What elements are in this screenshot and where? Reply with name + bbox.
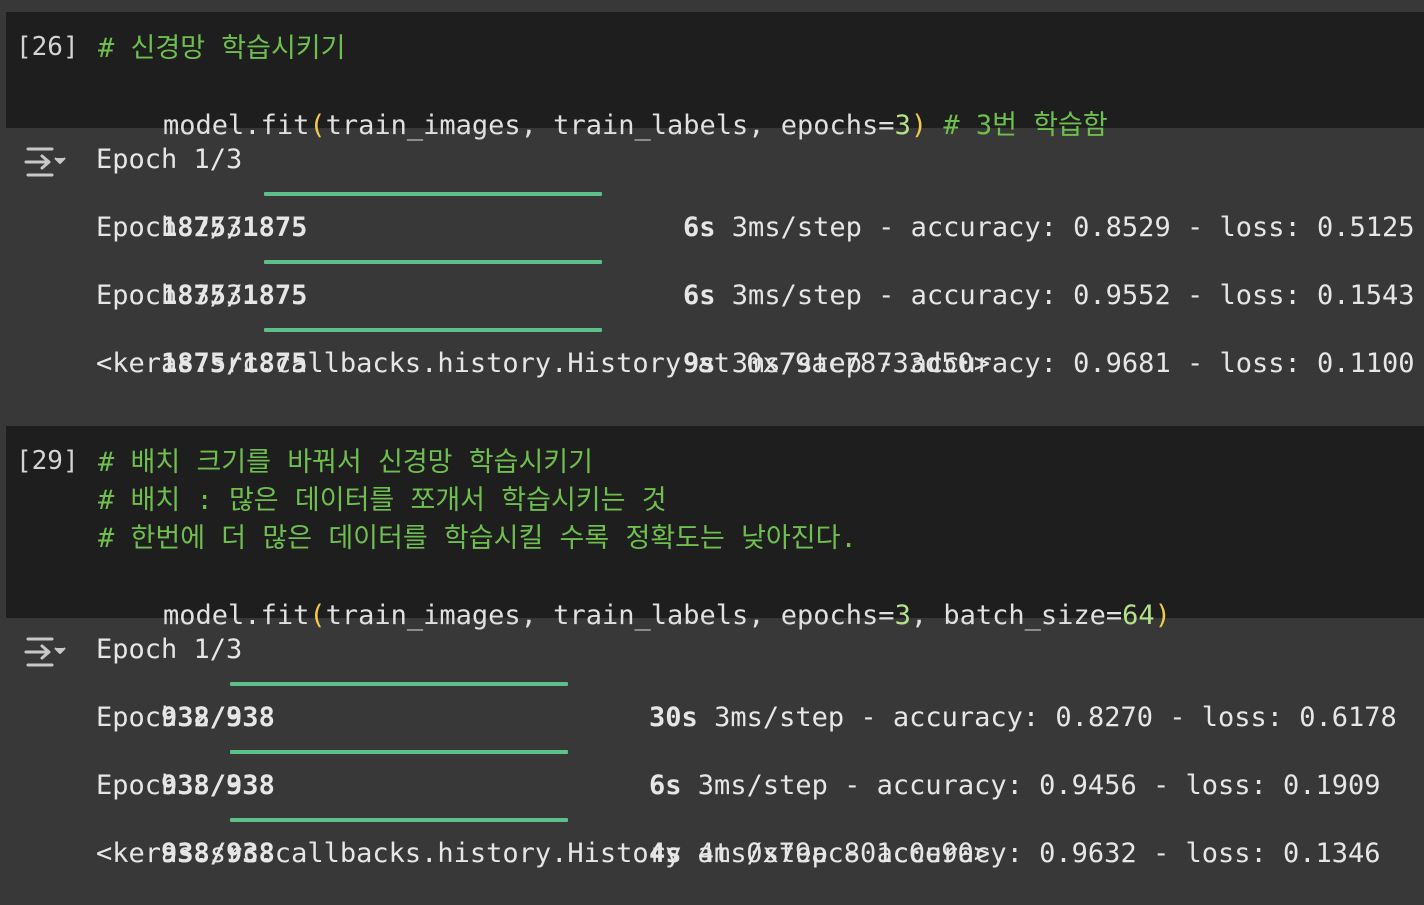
code-comment: # 신경망 학습시키기 <box>98 33 346 64</box>
epoch-label: Epoch 1/3 <box>96 634 243 665</box>
output-toggle-icon[interactable] <box>24 634 68 670</box>
code-comment: # 한번에 더 많은 데이터를 학습시킬 수록 정확도는 낮아진다. <box>98 523 857 554</box>
epoch-time: 6s <box>683 212 716 243</box>
epoch-time: 6s <box>649 770 682 801</box>
epoch-stats: 3ms/step - accuracy: 0.9456 - loss: 0.19… <box>681 770 1381 801</box>
progress-bar <box>230 682 568 686</box>
output-result: <keras.src.callbacks.history.History at … <box>96 348 991 379</box>
epoch-time: 30s <box>649 702 698 733</box>
output-result: <keras.src.callbacks.history.History at … <box>96 838 991 869</box>
output-toggle-icon[interactable] <box>24 144 68 180</box>
progress-bar <box>264 192 602 196</box>
output-area-29: Epoch 1/3 938/938 30s 3ms/step - accurac… <box>6 618 1424 898</box>
execution-count: [29] <box>16 446 79 476</box>
progress-bar <box>230 750 568 754</box>
epoch-time: 6s <box>683 280 716 311</box>
epoch-stats: 3ms/step - accuracy: 0.8529 - loss: 0.51… <box>715 212 1415 243</box>
execution-count: [26] <box>16 32 79 62</box>
progress-bar <box>264 260 602 264</box>
epoch-label: Epoch 3/3 <box>96 770 243 801</box>
progress-bar <box>264 328 602 332</box>
epoch-stats: 3ms/step - accuracy: 0.8270 - loss: 0.61… <box>697 702 1397 733</box>
progress-bar <box>230 818 568 822</box>
code-comment: # 배치 크기를 바꿔서 신경망 학습시키기 <box>98 447 593 478</box>
epoch-label: Epoch 3/3 <box>96 280 243 311</box>
epoch-label: Epoch 1/3 <box>96 144 243 175</box>
output-area-26: Epoch 1/3 1875/1875 6s 3ms/step - accura… <box>6 128 1424 426</box>
code-cell-29[interactable]: [29] # 배치 크기를 바꿔서 신경망 학습시키기 # 배치 : 많은 데이… <box>6 426 1424 631</box>
code-comment: # 배치 : 많은 데이터를 쪼개서 학습시키는 것 <box>98 485 667 516</box>
epoch-label: Epoch 2/3 <box>96 702 243 733</box>
code-cell-26[interactable]: [26] # 신경망 학습시키기 model.fit(train_images,… <box>6 12 1424 141</box>
epoch-stats: 3ms/step - accuracy: 0.9552 - loss: 0.15… <box>715 280 1415 311</box>
epoch-label: Epoch 2/3 <box>96 212 243 243</box>
